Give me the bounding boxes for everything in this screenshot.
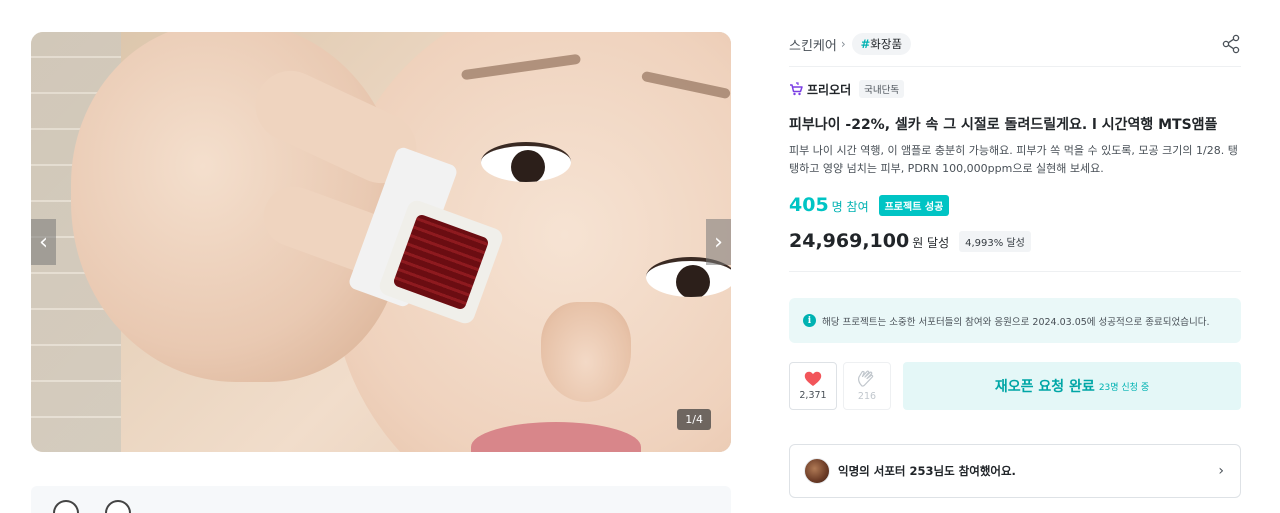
achievement-percent: 4,993% 달성 — [959, 230, 1031, 252]
share-icon[interactable] — [1221, 34, 1241, 54]
participant-unit: 명 참여 — [831, 200, 869, 214]
chevron-left-icon: ‹ — [39, 229, 48, 255]
like-button[interactable]: 2,371 — [789, 362, 837, 410]
chevron-right-icon: › — [714, 229, 723, 255]
reopen-request-button[interactable]: 재오픈 요청 완료 23명 신청 중 — [903, 362, 1241, 410]
heart-icon — [804, 371, 822, 386]
action-buttons: 2,371 216 재오픈 요청 완료 23명 신청 중 — [789, 362, 1241, 410]
category-link[interactable]: 스킨케어 — [789, 35, 837, 54]
reopen-label: 재오픈 요청 완료 — [994, 379, 1095, 395]
clap-icon — [858, 370, 874, 387]
hash-icon: # — [860, 37, 871, 51]
tag-chip[interactable]: #화장품 — [851, 33, 912, 55]
divider — [789, 66, 1241, 67]
tag-label: 화장품 — [870, 37, 903, 51]
photo-nose — [541, 302, 631, 402]
preorder-cart-icon — [790, 82, 803, 96]
status-badge: 프로젝트 성공 — [878, 194, 950, 216]
delivery-icon — [53, 500, 79, 513]
gallery-prev-button[interactable]: ‹ — [31, 219, 56, 265]
cheer-count: 216 — [857, 391, 877, 402]
participant-count: 405 — [789, 194, 829, 216]
domestic-exclusive-badge: 국내단독 — [859, 80, 905, 98]
maker-name[interactable]: 프리오더 — [807, 81, 851, 98]
gallery-next-button[interactable]: › — [706, 219, 731, 265]
maker-row[interactable]: 프리오더 국내단독 — [789, 80, 905, 98]
cheer-button[interactable]: 216 — [843, 362, 891, 410]
avatar — [804, 458, 830, 484]
photo-roller-core — [392, 213, 490, 311]
chevron-right-icon: › — [1218, 463, 1224, 479]
image-gallery[interactable]: ‹ › 1/4 — [31, 32, 731, 452]
project-description: 피부 나이 시간 역행, 이 앰플로 충분히 가능해요. 피부가 쏙 먹을 수 … — [789, 144, 1238, 175]
amount-unit: 원 달성 — [912, 236, 950, 250]
chevron-right-icon: › — [840, 37, 846, 51]
photo-eye-left — [481, 142, 571, 182]
gift-icon — [105, 500, 131, 513]
project-title: 피부나이 -22%, 셀카 속 그 시절로 돌려드릴게요. l 시간역행 MTS… — [789, 117, 1218, 133]
breadcrumb: 스킨케어 › #화장품 — [789, 32, 1241, 56]
divider — [789, 271, 1241, 272]
supporters-text: 익명의 서포터 253님도 참여했어요. — [838, 464, 1016, 478]
supporters-banner[interactable]: 익명의 서포터 253님도 참여했어요. › — [789, 444, 1241, 498]
completion-notice: i 해당 프로젝트는 소중한 서포터들의 참여와 응원으로 2024.03.05… — [789, 298, 1241, 343]
reopen-request-count: 23명 신청 중 — [1098, 382, 1150, 393]
notice-text: 해당 프로젝트는 소중한 서포터들의 참여와 응원으로 2024.03.05에 … — [822, 316, 1210, 328]
info-icon: i — [803, 314, 816, 327]
like-count: 2,371 — [799, 390, 827, 401]
sub-info-panel — [31, 486, 731, 513]
amount-stat: 24,969,100 원 달성 4,993% 달성 — [789, 230, 1031, 252]
gallery-counter: 1/4 — [677, 409, 711, 430]
participants-stat: 405 명 참여 프로젝트 성공 — [789, 194, 950, 216]
amount-value: 24,969,100 — [789, 230, 910, 252]
